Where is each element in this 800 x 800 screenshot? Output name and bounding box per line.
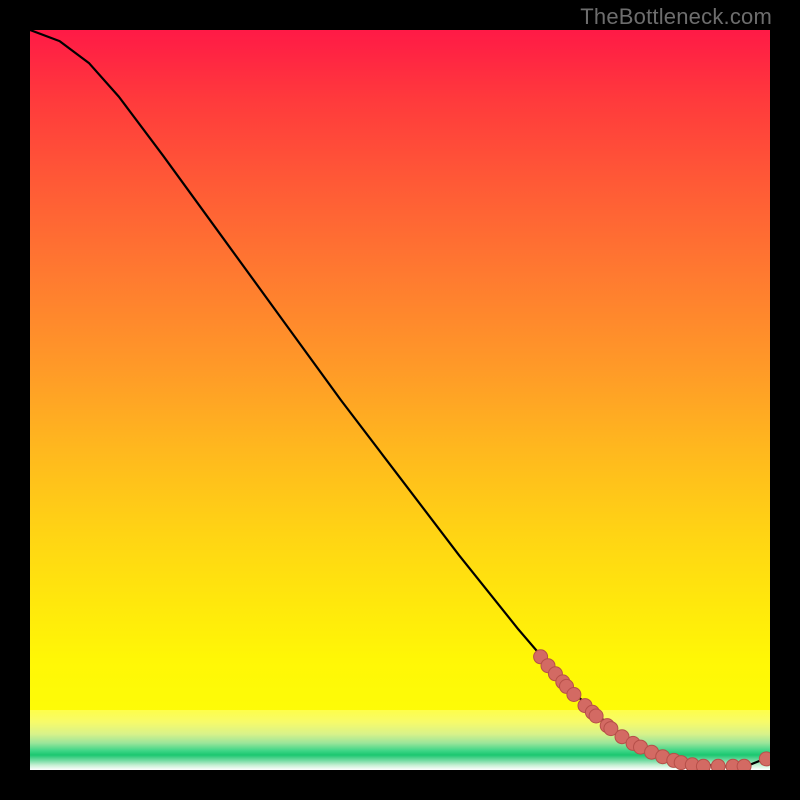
plot-area	[30, 30, 770, 770]
bottleneck-curve	[30, 30, 770, 766]
data-point	[711, 759, 725, 770]
watermark-text: TheBottleneck.com	[580, 4, 772, 30]
data-point	[737, 759, 751, 770]
chart-svg	[30, 30, 770, 770]
chart-frame: TheBottleneck.com	[0, 0, 800, 800]
data-point	[696, 759, 710, 770]
data-point	[567, 688, 581, 702]
data-point	[589, 709, 603, 723]
data-point	[759, 752, 770, 766]
